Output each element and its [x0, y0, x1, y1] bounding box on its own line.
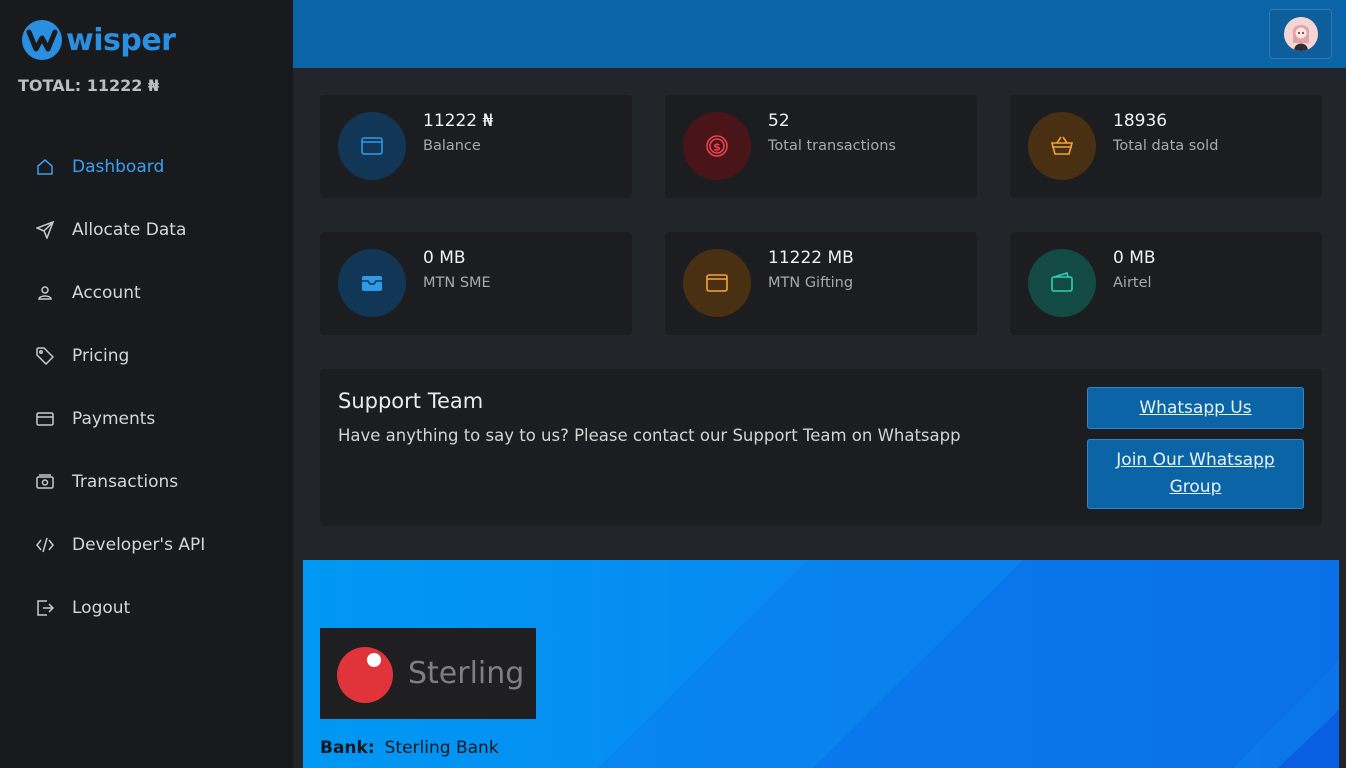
send-icon — [35, 220, 55, 240]
sidebar-nav: Dashboard Allocate Data Account Pricing … — [0, 135, 293, 639]
sidebar-item-pricing[interactable]: Pricing — [0, 324, 293, 387]
stat-caption: MTN Gifting — [768, 275, 854, 291]
logout-icon — [35, 598, 55, 618]
stat-card-airtel: 0 MB Airtel — [1010, 232, 1322, 335]
stat-card-data-sold: 18936 Total data sold — [1010, 95, 1322, 198]
support-panel: Support Team Have anything to say to us?… — [320, 369, 1322, 526]
stat-caption: Balance — [423, 138, 481, 154]
stat-card-transactions: $ 52 Total transactions — [665, 95, 977, 198]
wallet2-icon — [1028, 249, 1096, 317]
sidebar-item-label: Developer's API — [72, 534, 206, 555]
brand-logo[interactable]: wisper — [21, 19, 176, 61]
sidebar-item-transactions[interactable]: Transactions — [0, 450, 293, 513]
stat-value: 11222 ₦ — [423, 111, 494, 131]
bank-name-row: Bank: Sterling Bank — [320, 738, 499, 758]
user-menu-button[interactable] — [1269, 9, 1332, 59]
basket-icon — [1028, 112, 1096, 180]
support-text: Have anything to say to us? Please conta… — [338, 426, 961, 445]
bank-label: Bank: — [320, 738, 375, 758]
bank-details-panel: Sterling Bank: Sterling Bank — [303, 560, 1339, 768]
sidebar-item-label: Logout — [72, 597, 131, 618]
brand-name: wisper — [66, 22, 176, 58]
avatar — [1283, 17, 1318, 51]
stat-caption: Total data sold — [1113, 138, 1219, 154]
stat-card-mtn-sme: 0 MB MTN SME — [320, 232, 632, 335]
stat-card-balance: 11222 ₦ Balance — [320, 95, 632, 198]
sterling-bank-logo: Sterling — [320, 628, 536, 719]
join-whatsapp-group-button[interactable]: Join Our Whatsapp Group — [1087, 439, 1304, 509]
stat-value: 0 MB — [423, 248, 466, 268]
stat-value: 52 — [768, 111, 790, 131]
bank-logo-text: Sterling — [408, 656, 525, 691]
stat-caption: Total transactions — [768, 138, 896, 154]
stat-value: 11222 MB — [768, 248, 854, 268]
wallet-icon — [338, 112, 406, 180]
sidebar-item-allocate-data[interactable]: Allocate Data — [0, 198, 293, 261]
inbox-icon — [338, 249, 406, 317]
tag-icon — [35, 346, 55, 366]
stat-value: 18936 — [1113, 111, 1168, 131]
stat-caption: MTN SME — [423, 275, 491, 291]
sidebar: wisper TOTAL: 11222 ₦ Dashboard Allocate… — [0, 0, 293, 768]
credit-card-icon — [35, 409, 55, 429]
bank-value: Sterling Bank — [384, 738, 499, 758]
top-bar — [293, 0, 1346, 68]
sidebar-item-label: Transactions — [72, 471, 179, 492]
user-icon — [35, 283, 55, 303]
total-balance: TOTAL: 11222 ₦ — [18, 76, 160, 95]
dollar-coin-icon: $ — [683, 112, 751, 180]
sidebar-item-label: Payments — [72, 408, 156, 429]
support-title: Support Team — [338, 389, 484, 413]
wallet-icon — [683, 249, 751, 317]
whatsapp-us-button[interactable]: Whatsapp Us — [1087, 387, 1304, 429]
sidebar-item-account[interactable]: Account — [0, 261, 293, 324]
stat-value: 0 MB — [1113, 248, 1156, 268]
sidebar-item-label: Pricing — [72, 345, 130, 366]
cash-icon — [35, 472, 55, 492]
sidebar-item-label: Allocate Data — [72, 219, 187, 240]
sidebar-item-developer-api[interactable]: Developer's API — [0, 513, 293, 576]
sidebar-item-label: Dashboard — [72, 156, 165, 177]
sidebar-item-payments[interactable]: Payments — [0, 387, 293, 450]
code-icon — [35, 535, 55, 555]
stat-caption: Airtel — [1113, 275, 1152, 291]
sterling-logo-icon — [337, 646, 393, 703]
sidebar-item-dashboard[interactable]: Dashboard — [0, 135, 293, 198]
wisper-logo-icon — [22, 20, 62, 60]
sidebar-item-logout[interactable]: Logout — [0, 576, 293, 639]
svg-text:$: $ — [713, 141, 721, 154]
stat-card-mtn-gifting: 11222 MB MTN Gifting — [665, 232, 977, 335]
sidebar-item-label: Account — [72, 282, 141, 303]
home-icon — [35, 157, 55, 177]
